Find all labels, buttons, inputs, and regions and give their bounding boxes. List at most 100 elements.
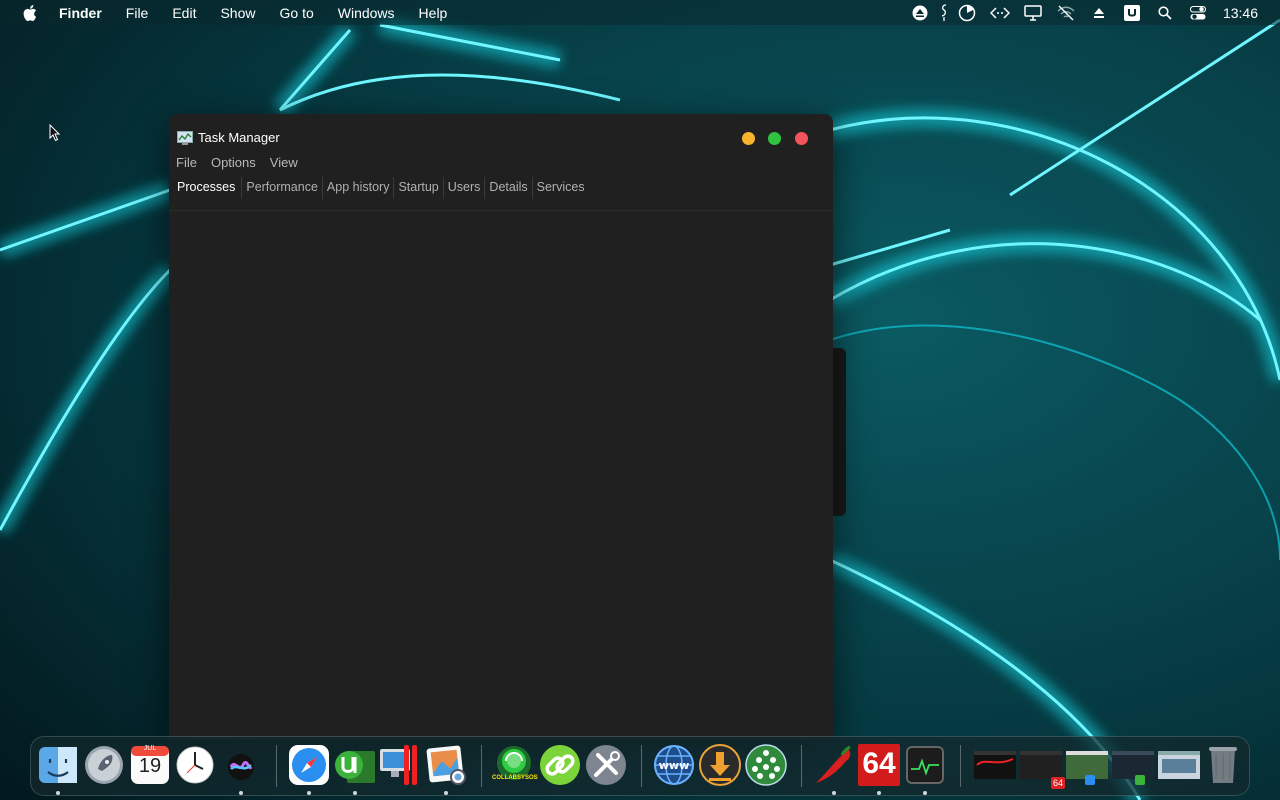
svg-text:www: www <box>659 759 690 772</box>
link-icon <box>540 745 580 785</box>
dock-safari[interactable] <box>287 743 331 795</box>
window-menu-file[interactable]: File <box>176 155 197 170</box>
running-indicator <box>444 791 448 795</box>
dock-utorrent[interactable] <box>333 743 377 795</box>
menu-app-finder[interactable]: Finder <box>59 5 102 21</box>
globe-icon: www <box>654 745 694 785</box>
dock-downloader[interactable] <box>698 743 742 787</box>
task-manager-window: Task Manager File Options View Processes… <box>169 114 833 740</box>
download-icon <box>699 744 741 786</box>
eject-icon[interactable] <box>904 0 937 25</box>
apple-icon[interactable] <box>20 4 40 21</box>
dock-pepper-app[interactable] <box>812 743 856 795</box>
window-title: Task Manager <box>198 130 280 145</box>
window-menu-options[interactable]: Options <box>211 155 256 170</box>
trash-icon <box>1209 747 1237 783</box>
task-manager-icon <box>177 131 193 145</box>
dock-minimized-window-2[interactable]: 64 <box>1019 743 1065 789</box>
search-icon[interactable] <box>1149 0 1182 25</box>
dock-www[interactable]: www <box>652 743 696 787</box>
tab-details[interactable]: Details <box>485 177 533 199</box>
wifi-off-icon[interactable] <box>1050 0 1083 25</box>
dock-parallels[interactable] <box>378 743 422 787</box>
minimize-button[interactable] <box>742 132 755 145</box>
dock-minimized-window-1[interactable] <box>973 743 1017 787</box>
tab-services[interactable]: Services <box>533 177 589 199</box>
people-icon <box>745 744 787 786</box>
upload-icon[interactable] <box>1083 0 1116 25</box>
window-thumbnail-icon <box>1158 751 1200 779</box>
dock-collabsys[interactable]: COLLABSYSOS <box>492 743 538 787</box>
menu-clock[interactable]: 13:46 <box>1223 5 1258 21</box>
rocket-icon <box>85 746 123 784</box>
running-indicator <box>56 791 60 795</box>
dock-link-app[interactable] <box>538 743 582 787</box>
collabsys-label: COLLABSYSOS <box>492 775 538 781</box>
window-thumbnail-icon <box>1112 751 1154 785</box>
u-app-icon[interactable] <box>1116 0 1149 25</box>
menu-windows[interactable]: Windows <box>338 5 395 21</box>
preview-icon <box>426 745 466 785</box>
chili-pepper-icon <box>816 745 851 783</box>
display-icon[interactable] <box>1017 0 1050 25</box>
dock: JUL 19 COLLABSYSOS www 64 64 <box>30 736 1250 796</box>
tab-app-history[interactable]: App history <box>323 177 395 199</box>
tab-startup[interactable]: Startup <box>394 177 444 199</box>
dock-launchpad[interactable] <box>82 743 126 787</box>
running-indicator <box>307 791 311 795</box>
dock-clock[interactable] <box>173 743 217 787</box>
running-indicator <box>877 791 881 795</box>
activity-monitor-icon <box>906 746 944 784</box>
menu-bar: Finder File Edit Show Go to Windows Help <box>0 0 1280 25</box>
menu-file[interactable]: File <box>126 5 149 21</box>
menu-show[interactable]: Show <box>220 5 255 21</box>
window-thumbnail-icon <box>1066 751 1108 785</box>
dock-separator <box>641 745 642 787</box>
tab-performance[interactable]: Performance <box>242 177 323 199</box>
dock-separator <box>481 745 482 787</box>
script-icon[interactable] <box>937 0 951 25</box>
dock-minimized-window-5[interactable] <box>1157 743 1201 787</box>
window-titlebar[interactable]: Task Manager <box>169 114 833 158</box>
tab-processes[interactable]: Processes <box>169 177 243 199</box>
dock-finder[interactable] <box>36 743 80 795</box>
dock-trash[interactable] <box>1201 743 1245 787</box>
control-center-icon[interactable] <box>1182 0 1215 25</box>
siri-icon <box>228 754 254 780</box>
code-icon[interactable] <box>984 0 1017 25</box>
mouse-cursor-icon <box>49 124 61 142</box>
dock-activity-monitor[interactable] <box>903 743 947 795</box>
tab-users[interactable]: Users <box>444 177 486 199</box>
dock-group-app[interactable] <box>744 743 788 787</box>
dock-minimized-window-3[interactable] <box>1065 743 1109 787</box>
calendar-day: 19 <box>138 755 162 777</box>
timer-icon[interactable] <box>951 0 984 25</box>
dock-separator <box>276 745 277 787</box>
dock-siri[interactable] <box>219 743 263 795</box>
parallels-icon <box>380 745 417 785</box>
aida64-label: 64 <box>862 747 896 780</box>
close-button[interactable] <box>795 132 808 145</box>
running-indicator <box>923 791 927 795</box>
menu-go-to[interactable]: Go to <box>280 5 314 21</box>
dock-calendar[interactable]: JUL 19 <box>128 743 172 787</box>
compass-icon <box>289 745 329 785</box>
dock-preview[interactable] <box>424 743 468 795</box>
utorrent-icon <box>335 751 375 783</box>
dock-tools[interactable] <box>584 743 628 787</box>
dock-minimized-window-4[interactable] <box>1111 743 1155 787</box>
finder-icon <box>39 747 77 783</box>
dock-aida64[interactable]: 64 <box>857 743 901 795</box>
calendar-month: JUL <box>143 745 157 752</box>
window-menu-view[interactable]: View <box>270 155 298 170</box>
processes-panel[interactable] <box>169 211 833 731</box>
menu-edit[interactable]: Edit <box>172 5 196 21</box>
tab-bar: Processes Performance App history Startu… <box>169 177 589 199</box>
tools-icon <box>586 745 626 785</box>
clock-icon <box>176 746 214 784</box>
aida64-badge: 64 <box>1050 777 1065 789</box>
menu-help[interactable]: Help <box>419 5 448 21</box>
maximize-button[interactable] <box>768 132 781 145</box>
dock-separator <box>960 745 961 787</box>
dock-separator <box>801 745 802 787</box>
